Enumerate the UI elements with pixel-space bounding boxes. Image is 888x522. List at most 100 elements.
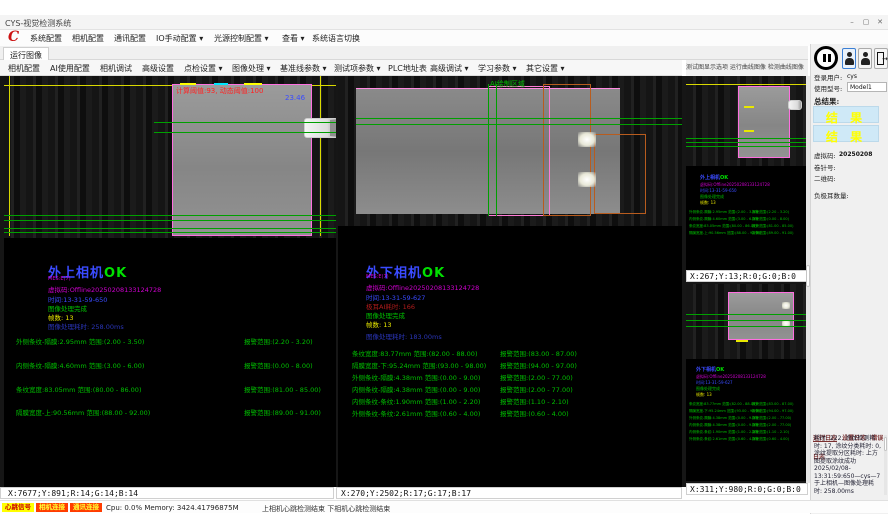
tool-advanced-settings[interactable]: 高级设置 [142, 63, 174, 74]
mini-alarm: 报警范围:(81.00 - 85.00) [752, 224, 793, 229]
camera1-green-line5 [4, 228, 336, 229]
thumb1-code: 虚拟码:Offline20250208133124728 [700, 182, 770, 187]
tool-image-process[interactable]: 图像处理 ▾ [232, 63, 271, 74]
heartbeat-message: 上相机心跳检测结束 下相机心跳检测结束 [262, 504, 390, 514]
measure-text: 隔膜宽度-下:95.24mm 范围:(93.00 - 98.00) [352, 360, 486, 370]
thumb1-title: 外上相机OK [700, 174, 728, 181]
measure-text: 条纹宽度:83.05mm 范围:(80.00 - 86.00) [16, 384, 141, 394]
camera1-panel[interactable]: 计算阈值:93, 动态阈值:100 23.46 外上相机OK MES:E(7) … [4, 76, 336, 487]
menu-language-switch[interactable]: 系统语言切换 [312, 33, 360, 44]
user-icon [847, 52, 852, 57]
alarm-text: 报警范围:(2.20 - 3.20) [244, 336, 313, 346]
neg-tab-count-label: 负极耳数量: [814, 190, 849, 200]
maximize-icon[interactable]: ▢ [860, 17, 872, 28]
tab-strip: 运行图像 [0, 46, 808, 60]
model-label: 使用型号: [814, 83, 842, 93]
camera1-green-line4 [4, 220, 336, 221]
thumb1-yellow-line [686, 84, 808, 85]
thumb2-spot1 [782, 302, 790, 309]
pause-icon [823, 54, 826, 62]
user-icon [863, 52, 868, 57]
user-login-button[interactable] [842, 48, 856, 69]
mini-measure: 隔膜宽度-上:90.56mm 范围:(88.00 - 92.00) [689, 231, 761, 236]
camera1-product-roi [172, 84, 312, 236]
login-user-label: 登录用户: [814, 72, 842, 82]
tool-ai-config[interactable]: AI使用配置 [50, 63, 90, 74]
camera1-measure-overlay: 23.46 [285, 94, 305, 102]
measure-text: 外侧条纹-隔膜:2.95mm 范围:(2.00 - 3.50) [16, 336, 144, 346]
exit-button[interactable]: → [874, 48, 888, 69]
mini-alarm: 报警范围:(2.00 - 77.00) [752, 423, 791, 428]
camera2-frame-count: 帧数: 13 [366, 319, 392, 329]
mini-alarm: 报警范围:(89.00 - 91.00) [752, 231, 793, 236]
right-sidebar: → 登录用户: cys 使用型号: Model1 总结果: 结 果 结 果 虚拟… [810, 44, 888, 514]
model-select[interactable]: Model1 [847, 82, 887, 92]
tab-run-image[interactable]: 运行图像 [3, 47, 49, 60]
mini-measure: 外侧条纹-隔膜:2.95mm 范围:(2.00 - 3.50) [689, 210, 758, 215]
thumb1-name: 外上相机 [700, 175, 720, 181]
menu-camera-config[interactable]: 相机配置 [72, 33, 104, 44]
virtual-code-label: 虚拟码: [814, 150, 836, 160]
thumb2-tick [736, 340, 748, 342]
tool-camera-config[interactable]: 相机配置 [8, 63, 40, 74]
tool-plc-table[interactable]: PLC地址表 [388, 63, 427, 74]
thumbnail-bottom[interactable]: 外下相机OK 虚拟码:Offline20250208133124728 时间:1… [686, 284, 808, 481]
alarm-text: 报警范围:(2.00 - 77.00) [500, 384, 573, 394]
camera2-mes-text: MES:E(7) [366, 274, 389, 280]
camera2-pink-roi [488, 86, 550, 216]
thumbnail-header[interactable]: 测试图显示选项 运行曲线图像 检测曲线图像 [686, 60, 808, 76]
camera1-code: 虚拟码:Offline20250208133124728 [48, 284, 161, 294]
camera2-code: 虚拟码:Offline20250208133124728 [366, 282, 479, 292]
menu-system-config[interactable]: 系统配置 [30, 33, 62, 44]
close-icon[interactable]: ✕ [874, 17, 886, 28]
mini-alarm: 报警范围:(2.00 - 77.00) [752, 416, 791, 421]
tool-spot-check[interactable]: 点检设置 ▾ [184, 63, 223, 74]
camera1-coords-text: X:7677;Y:891;R:14;G:14;B:14 [1, 489, 138, 498]
camera1-green-line6 [4, 232, 336, 233]
thumb1-gline1 [686, 138, 808, 139]
camera1-tick-cyan [214, 83, 228, 85]
camera1-green-line1 [154, 122, 336, 123]
result-text-2: 结 果 [826, 130, 866, 144]
camera2-status: OK [422, 266, 445, 281]
thumb1-tick2 [744, 130, 754, 132]
minimize-icon[interactable]: – [846, 17, 858, 28]
tool-other-settings[interactable]: 其它设置 ▾ [526, 63, 565, 74]
pause-button[interactable] [814, 46, 838, 70]
tool-camera-debug[interactable]: 相机调试 [100, 63, 132, 74]
menu-io-manual[interactable]: IO手动配置 ▾ [156, 33, 203, 44]
camera1-tick-yellow2 [244, 83, 262, 85]
thumbnail-top-coords: X:267;Y:13;R:0;G:0;B:0 [686, 270, 808, 282]
thumb2-done: 图像处理完成 [696, 386, 720, 391]
measure-text: 外侧条纹-条纹:2.61mm 范围:(0.60 - 4.00) [352, 408, 480, 418]
user-switch-button[interactable] [858, 48, 872, 69]
camera2-coordbar: X:270;Y:2502;R:17;G:17;B:17 [336, 487, 682, 499]
thumb1-gline2 [686, 142, 808, 143]
log-scrollbar[interactable] [884, 435, 887, 495]
menu-comm-config[interactable]: 通讯配置 [114, 33, 146, 44]
thumb1-time: 时间:13-31-59-650 [700, 188, 737, 193]
camera1-elapsed: 图像处理耗时: 258.00ms [48, 321, 124, 331]
tool-test-params[interactable]: 测试项参数 ▾ [334, 63, 381, 74]
thumbnail-top[interactable]: 外上相机OK 虚拟码:Offline20250208133124728 时间:1… [686, 76, 808, 270]
menu-light-control[interactable]: 光源控制配置 ▾ [214, 33, 269, 44]
thumb1-product [738, 86, 790, 158]
thumb1-status: OK [720, 175, 728, 181]
camera2-panel[interactable]: AI绘制区域 外下相机OK MES:E(7) 虚拟码:Offline202502… [338, 76, 682, 487]
tool-baseline-params[interactable]: 基准线参数 ▾ [280, 63, 327, 74]
menu-view[interactable]: 查看 ▾ [282, 33, 305, 44]
camera2-green-vline2 [496, 84, 497, 216]
result-box-2: 结 果 [813, 125, 879, 142]
camera2-green-vline1 [488, 84, 489, 216]
tool-learn-params[interactable]: 学习参数 ▾ [478, 63, 517, 74]
tool-advanced-debug[interactable]: 高级调试 ▾ [430, 63, 469, 74]
camera2-elapsed: 图像处理耗时: 183.00ms [366, 331, 442, 341]
thumb1-gline3 [686, 146, 808, 147]
log-scrollbar-thumb[interactable] [884, 437, 887, 451]
camera-connect-badge: 相机连接 [36, 503, 68, 512]
camera2-orange-roi2 [594, 134, 646, 214]
alarm-text: 报警范围:(81.00 - 85.00) [244, 384, 321, 394]
virtual-code-value: 20250208 [839, 151, 872, 158]
camera1-tick-yellow [180, 83, 196, 85]
alarm-text: 报警范围:(83.00 - 87.00) [500, 348, 577, 358]
